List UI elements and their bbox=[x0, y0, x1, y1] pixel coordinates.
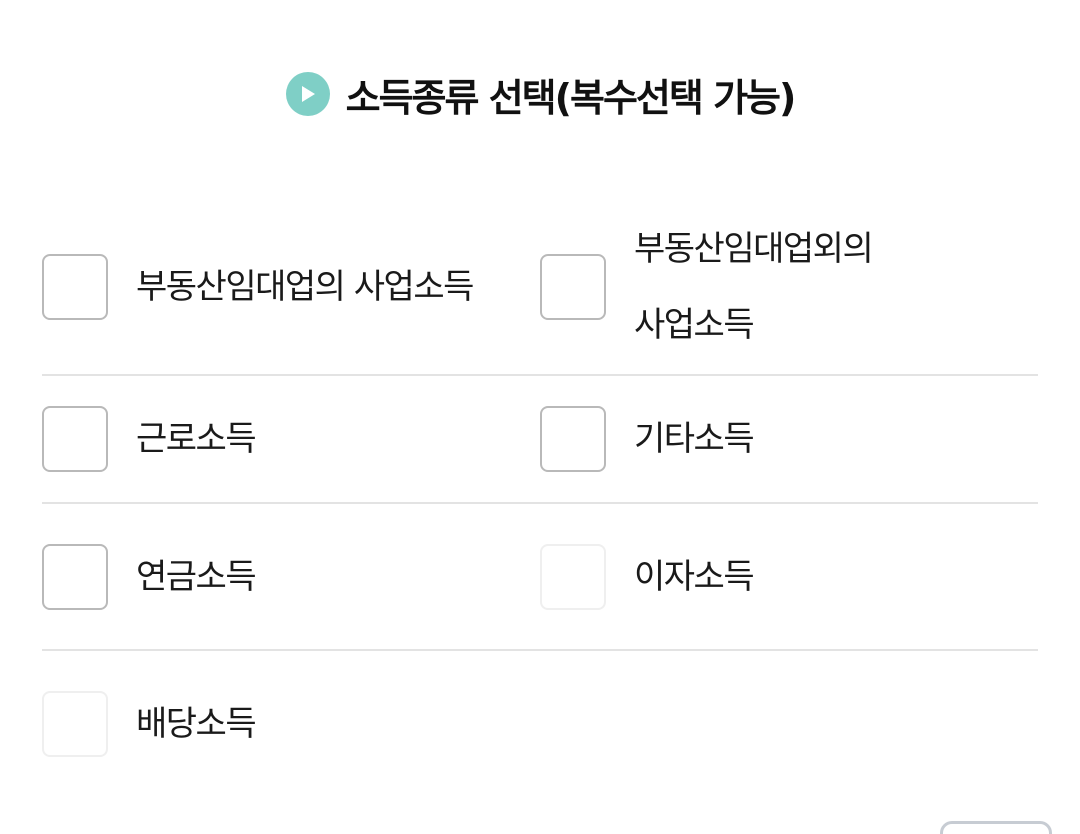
option-real-estate-rental-business-income[interactable]: 부동산임대업의 사업소득 bbox=[42, 200, 540, 374]
checkbox[interactable] bbox=[42, 543, 108, 610]
checkbox[interactable] bbox=[42, 691, 108, 757]
checkbox[interactable] bbox=[42, 406, 108, 472]
bottom-button-partial[interactable] bbox=[940, 821, 1052, 834]
option-interest-income[interactable]: 이자소득 bbox=[540, 504, 1038, 649]
option-earned-income[interactable]: 근로소득 bbox=[42, 376, 540, 502]
option-label-line: 사업소득 bbox=[634, 305, 755, 345]
option-label: 이자소득 bbox=[634, 556, 755, 597]
options-row: 부동산임대업의 사업소득 부동산임대업외의 사업소득 bbox=[42, 200, 1038, 376]
option-non-real-estate-business-income[interactable]: 부동산임대업외의 사업소득 bbox=[540, 200, 1038, 374]
option-label: 연금소득 bbox=[136, 556, 257, 597]
option-label: 기타소득 bbox=[634, 419, 755, 459]
checkbox[interactable] bbox=[540, 254, 606, 320]
checkbox[interactable] bbox=[540, 406, 606, 472]
option-label: 근로소득 bbox=[136, 419, 257, 459]
options-row: 근로소득 기타소득 bbox=[42, 376, 1038, 504]
checkbox[interactable] bbox=[42, 254, 108, 320]
section-title: 소득종류 선택(복수선택 가능) bbox=[345, 75, 797, 120]
options-row: 연금소득 이자소득 bbox=[42, 504, 1038, 651]
income-type-selection-page: 소득종류 선택(복수선택 가능) 부동산임대업의 사업소득 부동산임대업외의 사… bbox=[0, 0, 1080, 834]
section-header: 소득종류 선택(복수선택 가능) bbox=[0, 62, 1080, 126]
option-label: 배당소득 bbox=[136, 704, 257, 744]
checkbox[interactable] bbox=[540, 543, 606, 610]
options-row: 배당소득 bbox=[42, 651, 1038, 797]
option-label: 부동산임대업의 사업소득 bbox=[136, 267, 474, 307]
option-label-line: 부동산임대업외의 bbox=[634, 229, 874, 269]
option-label: 부동산임대업외의 사업소득 bbox=[634, 211, 874, 363]
option-dividend-income[interactable]: 배당소득 bbox=[42, 651, 540, 797]
option-pension-income[interactable]: 연금소득 bbox=[42, 504, 540, 649]
income-type-options: 부동산임대업의 사업소득 부동산임대업외의 사업소득 근로소득 기타소득 연금소… bbox=[42, 200, 1038, 797]
option-other-income[interactable]: 기타소득 bbox=[540, 376, 1038, 502]
play-circle-icon bbox=[285, 72, 330, 116]
